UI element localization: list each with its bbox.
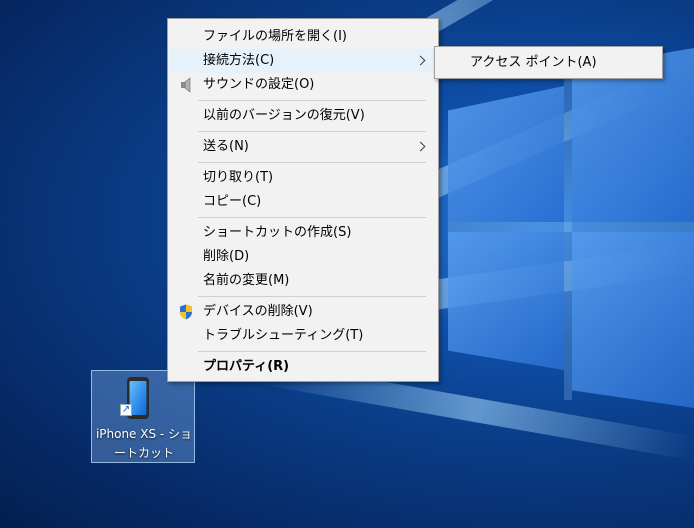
logo-pane-bottom-left bbox=[448, 232, 564, 370]
menu-item-delete[interactable]: 削除(D) bbox=[170, 245, 436, 269]
menu-separator bbox=[198, 217, 426, 218]
menu-item-label: 名前の変更(M) bbox=[203, 273, 290, 288]
desktop-icon-iphone-shortcut[interactable]: ↗ iPhone XS - ショ ートカット bbox=[91, 370, 195, 463]
menu-item-label: デバイスの削除(V) bbox=[203, 304, 313, 319]
submenu-connect-via: アクセス ポイント(A) bbox=[434, 46, 663, 79]
menu-item-open-file-location[interactable]: ファイルの場所を開く(I) bbox=[170, 25, 436, 49]
menu-item-label: 切り取り(T) bbox=[203, 170, 274, 185]
desktop-icon-label-line2: ートカット bbox=[113, 446, 174, 460]
speaker-icon bbox=[181, 77, 191, 93]
logo-divider-horizontal bbox=[448, 222, 694, 232]
menu-item-send-to[interactable]: 送る(N) bbox=[170, 135, 436, 159]
logo-pane-bottom-right bbox=[572, 232, 694, 408]
menu-item-label: ショートカットの作成(S) bbox=[203, 225, 352, 240]
menu-item-label: プロパティ(R) bbox=[203, 359, 290, 374]
menu-item-remove-device[interactable]: デバイスの削除(V) bbox=[170, 300, 436, 324]
menu-item-sound-settings[interactable]: サウンドの設定(O) bbox=[170, 73, 436, 97]
menu-separator bbox=[198, 351, 426, 352]
menu-item-troubleshoot[interactable]: トラブルシューティング(T) bbox=[170, 324, 436, 348]
menu-item-cut[interactable]: 切り取り(T) bbox=[170, 166, 436, 190]
menu-item-label: 送る(N) bbox=[203, 139, 249, 154]
context-menu: ファイルの場所を開く(I) 接続方法(C) サウンドの設定(O) 以前のバージョ… bbox=[167, 18, 439, 382]
menu-item-label: サウンドの設定(O) bbox=[203, 77, 315, 92]
menu-item-label: 削除(D) bbox=[203, 249, 250, 264]
menu-item-label: ファイルの場所を開く(I) bbox=[203, 29, 347, 44]
shortcut-arrow-icon: ↗ bbox=[120, 404, 132, 416]
submenu-item-access-point[interactable]: アクセス ポイント(A) bbox=[437, 51, 660, 75]
chevron-right-icon bbox=[415, 141, 426, 152]
menu-item-connect-via[interactable]: 接続方法(C) bbox=[170, 49, 436, 73]
menu-separator bbox=[198, 162, 426, 163]
menu-item-rename[interactable]: 名前の変更(M) bbox=[170, 269, 436, 293]
menu-item-label: トラブルシューティング(T) bbox=[203, 328, 364, 343]
menu-item-copy[interactable]: コピー(C) bbox=[170, 190, 436, 214]
desktop-icon-label-line1: iPhone XS - ショ bbox=[95, 427, 193, 441]
chevron-right-icon bbox=[415, 55, 426, 66]
menu-item-create-shortcut[interactable]: ショートカットの作成(S) bbox=[170, 221, 436, 245]
menu-item-restore-previous-versions[interactable]: 以前のバージョンの復元(V) bbox=[170, 104, 436, 128]
menu-item-label: 接続方法(C) bbox=[203, 53, 275, 68]
menu-separator bbox=[198, 131, 426, 132]
desktop-icon-label: iPhone XS - ショ ートカット bbox=[92, 425, 196, 463]
menu-item-label: 以前のバージョンの復元(V) bbox=[203, 108, 365, 123]
uac-shield-icon bbox=[180, 304, 192, 320]
menu-separator bbox=[198, 296, 426, 297]
menu-item-label: アクセス ポイント(A) bbox=[470, 55, 597, 70]
logo-pane-top-left bbox=[448, 86, 564, 222]
menu-item-label: コピー(C) bbox=[203, 194, 262, 209]
menu-item-properties[interactable]: プロパティ(R) bbox=[170, 355, 436, 379]
menu-separator bbox=[198, 100, 426, 101]
